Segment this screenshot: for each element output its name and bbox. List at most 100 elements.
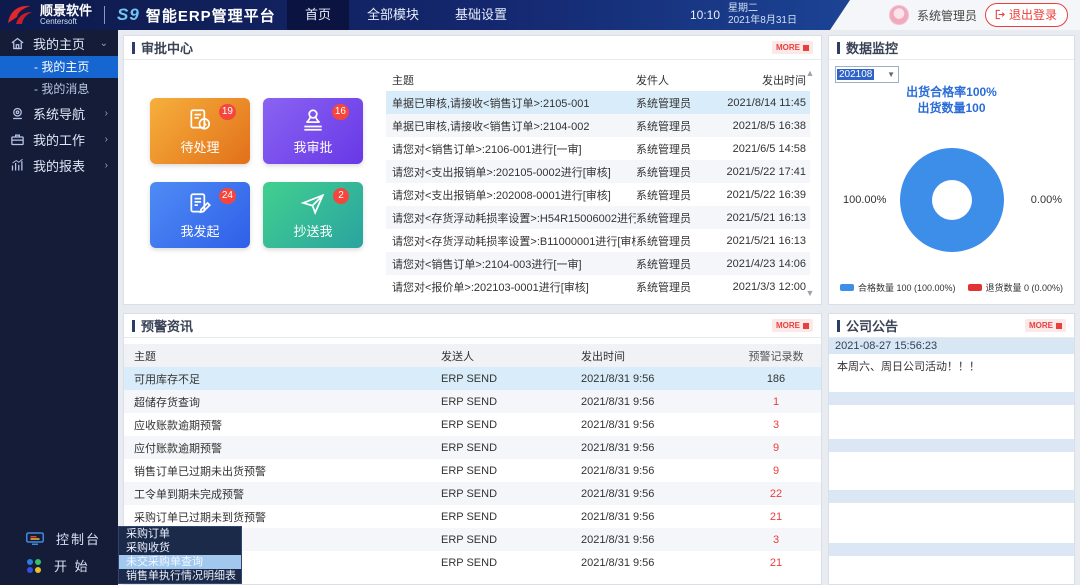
table-row[interactable]: 可用库存不足ERP SEND2021/8/31 9:56186 — [124, 367, 821, 390]
cell-subject: 应付账款逾期预警 — [124, 440, 441, 456]
cell-sender: ERP SEND — [441, 534, 581, 546]
scroll-up-icon[interactable]: ▲ — [806, 68, 815, 78]
cell-count: 3 — [731, 534, 821, 546]
cell-sender: 系统管理员 — [636, 118, 714, 134]
cell-time: 2021/5/21 16:13 — [714, 212, 810, 224]
sidebar-item-label: 我的工作 — [33, 130, 85, 149]
approval-panel-title: 审批中心 — [141, 38, 193, 57]
approval-tile-抄送我[interactable]: 抄送我2 — [263, 182, 363, 248]
cell-time: 2021/8/31 9:56 — [581, 534, 731, 546]
chevron-right-icon: › — [105, 108, 108, 119]
sidebar-item-我的报表[interactable]: 我的报表› — [0, 152, 118, 178]
cell-count: 9 — [731, 442, 821, 454]
tile-label: 我审批 — [293, 137, 332, 156]
sidebar-item-我的工作[interactable]: 我的工作› — [0, 126, 118, 152]
cell-time: 2021/8/31 9:56 — [581, 465, 731, 477]
donut-label-right: 0.00% — [1031, 194, 1062, 206]
table-row[interactable]: 请您对<支出报销单>:202008-0001进行[审核]系统管理员2021/5/… — [386, 183, 810, 206]
col-time: 发出时间 — [581, 348, 731, 364]
tile-label: 待处理 — [180, 137, 219, 156]
sidebar-item-label: 我的报表 — [33, 156, 85, 175]
brand: 顺景软件 Centersoft S9 智能ERP管理平台 — [6, 0, 276, 30]
notice-more-button[interactable]: MORE — [1025, 319, 1066, 332]
table-row[interactable]: 超储存货查询ERP SEND2021/8/31 9:561 — [124, 390, 821, 413]
period-select[interactable]: 202108 ▼ — [835, 66, 899, 83]
cell-time: 2021/8/31 9:56 — [581, 442, 731, 454]
sidebar-bottom: 控制台 开 始 — [0, 525, 118, 579]
table-row[interactable]: 请您对<销售订单>:2106-001进行[一审]系统管理员2021/6/5 14… — [386, 137, 810, 160]
console-button[interactable]: 控制台 — [0, 525, 118, 552]
nav-item-基础设置[interactable]: 基础设置 — [437, 0, 525, 30]
cell-time: 2021/8/31 9:56 — [581, 373, 731, 385]
sidebar-item-我的主页[interactable]: 我的主页⌄ — [0, 30, 118, 56]
warning-table-header: 主题发送人发出时间预警记录数 — [124, 344, 821, 367]
table-row[interactable]: 请您对<销售订单>:2104-003进行[一审]系统管理员2021/4/23 1… — [386, 252, 810, 275]
start-popup-menu: 采购订单采购收货未交采购单查询销售单执行情况明细表 — [118, 526, 242, 584]
cell-sender: 系统管理员 — [636, 164, 714, 180]
table-row[interactable]: 单据已审核,请接收<销售订单>:2105-001系统管理员2021/8/14 1… — [386, 91, 810, 114]
sidebar-subitem-我的消息[interactable]: - 我的消息 — [0, 78, 118, 100]
approval-tile-待处理[interactable]: 待处理19 — [150, 98, 250, 164]
topbar: 顺景软件 Centersoft S9 智能ERP管理平台 首页全部模块基础设置 … — [0, 0, 1080, 30]
start-button[interactable]: 开 始 — [0, 552, 118, 579]
legend-item-合格数量: 合格数量 100 (100.00%) — [840, 281, 956, 294]
sidebar-subitem-我的主页[interactable]: - 我的主页 — [0, 56, 118, 78]
approval-table-scrollbar[interactable]: ▲ ▼ — [805, 68, 815, 298]
stamp-icon — [300, 107, 326, 133]
tile-label: 我发起 — [180, 221, 219, 240]
cell-sender: 系统管理员 — [636, 256, 714, 272]
cell-subject: 超储存货查询 — [124, 394, 441, 410]
cell-sender: ERP SEND — [441, 396, 581, 408]
top-nav: 首页全部模块基础设置 — [287, 0, 525, 30]
table-row[interactable]: 销售订单已过期未出货预警ERP SEND2021/8/31 9:569 — [124, 459, 821, 482]
approval-center-panel: 审批中心 MORE 待处理19我审批16我发起24抄送我2 主题发件人发出时间单… — [123, 35, 822, 305]
cell-subject: 采购订单已过期未到货预警 — [124, 509, 441, 525]
topbar-user-area: 系统管理员 退出登录 — [830, 0, 1080, 30]
briefcase-icon — [10, 132, 25, 147]
period-value: 202108 — [837, 69, 874, 80]
nav-item-首页[interactable]: 首页 — [287, 0, 349, 30]
table-row[interactable]: 请您对<存货浮动耗损率设置>:B11000001进行[审核]系统管理员2021/… — [386, 229, 810, 252]
notice-empty-content — [829, 503, 1074, 535]
table-row[interactable]: 请您对<存货浮动耗损率设置>:H54R15006002进行[审核]系统管理员20… — [386, 206, 810, 229]
table-row[interactable]: 应收账款逾期预警ERP SEND2021/8/31 9:563 — [124, 413, 821, 436]
cell-sender: 系统管理员 — [636, 210, 714, 226]
pass-rate-label: 出货合格率100% — [829, 84, 1074, 100]
more-icon — [803, 323, 809, 329]
table-row[interactable]: 请您对<报价单>:202103-0001进行[审核]系统管理员2021/3/3 … — [386, 275, 810, 298]
approval-more-button[interactable]: MORE — [772, 41, 813, 54]
warning-more-button[interactable]: MORE — [772, 319, 813, 332]
approval-tile-我审批[interactable]: 我审批16 — [263, 98, 363, 164]
table-row[interactable]: 采购订单已过期未到货预警ERP SEND2021/8/31 9:5621 — [124, 505, 821, 528]
menu-item-采购订单[interactable]: 采购订单 — [119, 527, 241, 541]
cell-subject: 请您对<存货浮动耗损率设置>:B11000001进行[审核] — [386, 233, 636, 249]
tile-label: 抄送我 — [293, 221, 332, 240]
notice-empty-bar — [829, 392, 1074, 405]
col-count: 预警记录数 — [731, 348, 821, 364]
cell-sender: ERP SEND — [441, 419, 581, 431]
title-bar-accent — [132, 42, 135, 54]
cell-sender: 系统管理员 — [636, 279, 714, 295]
menu-item-销售单执行情况明细表[interactable]: 销售单执行情况明细表 — [119, 569, 241, 583]
cell-count: 1 — [731, 396, 821, 408]
table-row[interactable]: 工令单到期未完成预警ERP SEND2021/8/31 9:5622 — [124, 482, 821, 505]
user-avatar[interactable] — [889, 5, 909, 25]
donut-label-left: 100.00% — [843, 194, 886, 206]
table-row[interactable]: 单据已审核,请接收<销售订单>:2104-002系统管理员2021/8/5 16… — [386, 114, 810, 137]
table-row[interactable]: 应付账款逾期预警ERP SEND2021/8/31 9:569 — [124, 436, 821, 459]
menu-item-未交采购单查询[interactable]: 未交采购单查询 — [119, 555, 241, 569]
cell-subject: 请您对<报价单>:202103-0001进行[审核] — [386, 279, 636, 295]
sidebar-item-系统导航[interactable]: 系统导航› — [0, 100, 118, 126]
cell-subject: 请您对<支出报销单>:202008-0001进行[审核] — [386, 187, 636, 203]
monitor-stats: 出货合格率100% 出货数量100 — [829, 84, 1074, 116]
approval-tile-我发起[interactable]: 我发起24 — [150, 182, 250, 248]
menu-item-采购收货[interactable]: 采购收货 — [119, 541, 241, 555]
scroll-down-icon[interactable]: ▼ — [806, 288, 815, 298]
company-notice-panel: 公司公告 MORE 2021-08-27 15:56:23本周六、周日公司活动！… — [828, 313, 1075, 585]
nav-item-全部模块[interactable]: 全部模块 — [349, 0, 437, 30]
table-row[interactable]: 请您对<支出报销单>:202105-0002进行[审核]系统管理员2021/5/… — [386, 160, 810, 183]
col-sender: 发送人 — [441, 348, 581, 364]
logout-button[interactable]: 退出登录 — [985, 3, 1068, 27]
chart-legend: 合格数量 100 (100.00%)退货数量 0 (0.00%) — [829, 281, 1074, 294]
cell-subject: 请您对<销售订单>:2104-003进行[一审] — [386, 256, 636, 272]
